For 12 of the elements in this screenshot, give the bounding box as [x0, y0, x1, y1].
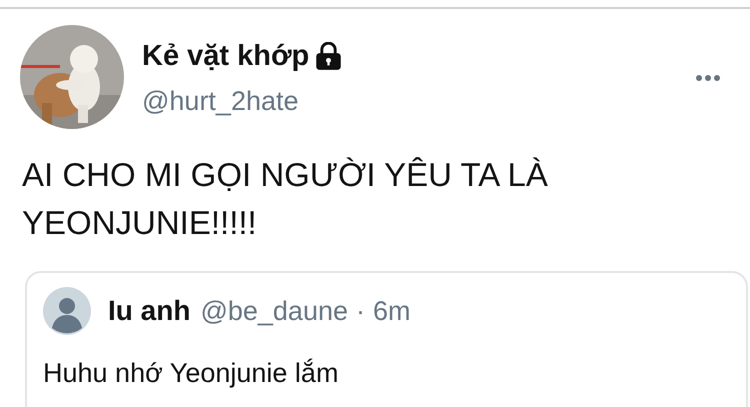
quoted-author-name: Iu anh [108, 294, 190, 328]
quoted-tweet-card[interactable]: Iu anh @be_daune · 6m Huhu nhớ Yeonjunie lắm [25, 271, 748, 407]
quoted-tweet-text: Huhu nhớ Yeonjunie lắm [43, 357, 338, 390]
tweet-text: YEONJUNIE!!!!! [22, 203, 257, 243]
more-options-button[interactable] [694, 73, 722, 83]
tweet-text: AI CHO MI GỌI NGƯỜI YÊU TA LÀ [22, 155, 548, 195]
author-handle: @hurt_2hate [142, 85, 299, 117]
author-name: Kẻ vặt khớp [142, 39, 310, 73]
quoted-author-handle: @be_daune [200, 294, 348, 328]
avatar-icon [43, 287, 91, 335]
separator-dot: · [356, 294, 365, 328]
tweet-time: 6m [373, 294, 411, 328]
